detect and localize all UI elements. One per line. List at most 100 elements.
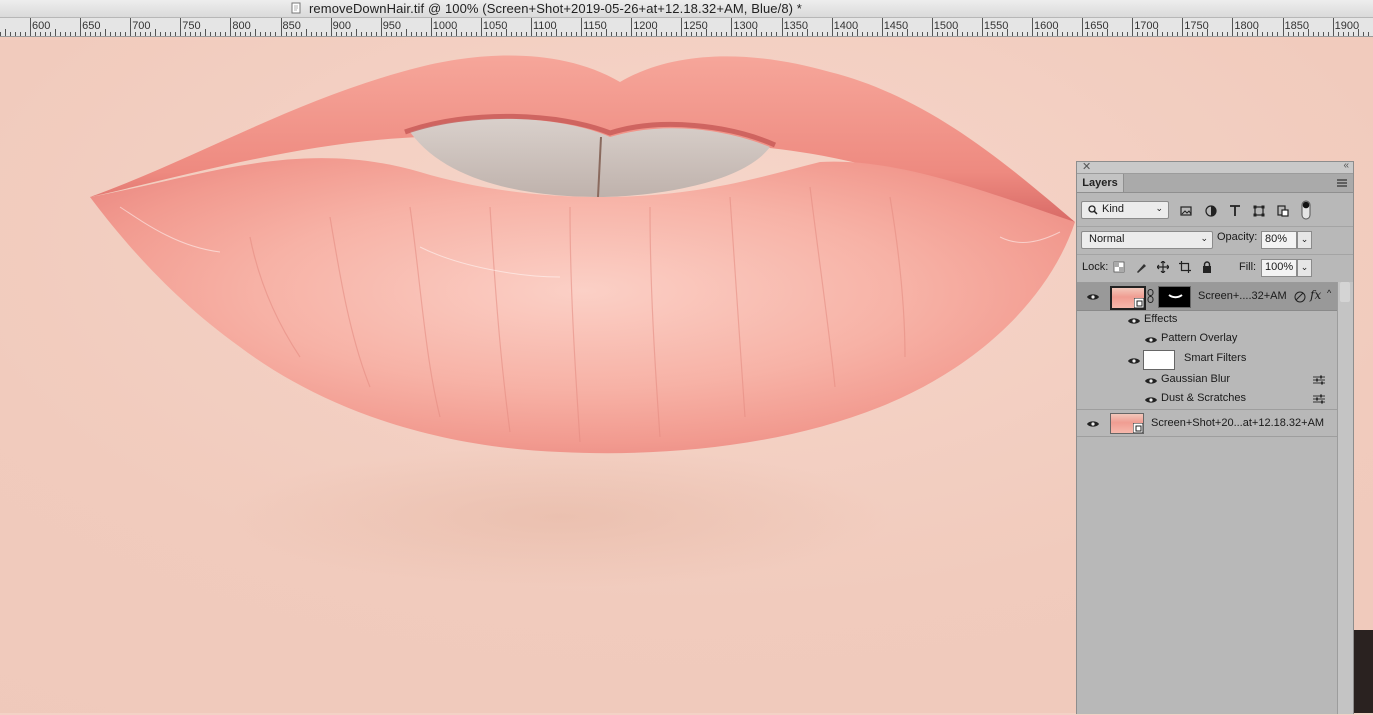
ruler-tick-label: 1100 xyxy=(533,20,557,32)
filter-blending-options-icon[interactable] xyxy=(1313,375,1325,385)
opacity-dropdown-button[interactable]: ⌄ xyxy=(1297,231,1312,249)
panel-header-strip: ✕ « xyxy=(1077,160,1353,174)
visibility-eye-icon[interactable] xyxy=(1128,317,1140,325)
layer-row-smart-object[interactable]: Screen+....32+AM fx ^ xyxy=(1077,283,1337,311)
layer-mask-thumbnail[interactable] xyxy=(1158,286,1191,308)
smart-filter-icon xyxy=(1294,291,1306,303)
adjustment-layer-filter-icon[interactable] xyxy=(1204,204,1218,218)
layer-name[interactable]: Screen+Shot+20...at+12.18.32+AM xyxy=(1151,417,1324,429)
chevron-down-icon: ⌄ xyxy=(1200,233,1208,243)
ruler-tick-label: 650 xyxy=(82,20,100,32)
horizontal-ruler[interactable]: 600 650 700 750 800 850 900 950 1000 1050 1100 1150… xyxy=(0,18,1373,37)
visibility-eye-icon[interactable] xyxy=(1087,420,1099,428)
ruler-tick-label: 1400 xyxy=(834,20,858,32)
lock-label: Lock: xyxy=(1082,261,1109,273)
ruler-tick-label: 1150 xyxy=(583,20,607,32)
ruler-tick-label: 1700 xyxy=(1134,20,1158,32)
ruler-tick-label: 1750 xyxy=(1184,20,1208,32)
lock-position-icon[interactable] xyxy=(1157,261,1169,273)
opacity-label: Opacity: xyxy=(1217,231,1258,243)
ruler-tick-label: 1000 xyxy=(433,20,457,32)
window-title-bar: removeDownHair.tif @ 100% (Screen+Shot+2… xyxy=(0,0,1373,18)
layer-thumbnail xyxy=(1110,413,1144,434)
pattern-overlay-label: Pattern Overlay xyxy=(1161,332,1238,344)
layers-panel[interactable]: ✕ « Layers Kind ⌄ Normal ⌄ Opacity: 80% … xyxy=(1076,160,1354,715)
ruler-tick-label: 1350 xyxy=(784,20,808,32)
ruler-tick-label: 1200 xyxy=(633,20,657,32)
ruler-tick-label: 1900 xyxy=(1335,20,1359,32)
visibility-eye-icon[interactable] xyxy=(1128,357,1140,365)
lock-row: Lock: Fill: 100% ⌄ xyxy=(1077,254,1353,281)
gaussian-blur-label: Gaussian Blur xyxy=(1161,373,1231,385)
lock-transparent-pixels-icon[interactable] xyxy=(1113,261,1125,273)
smart-filters-label: Smart Filters xyxy=(1184,352,1247,364)
chevron-down-icon: ⌄ xyxy=(1155,203,1163,213)
layer-thumbnail xyxy=(1110,286,1146,310)
layer-name[interactable]: Screen+....32+AM xyxy=(1198,290,1287,302)
ruler-tick-label: 900 xyxy=(333,20,351,32)
visibility-eye-icon[interactable] xyxy=(1145,396,1157,404)
type-layer-filter-icon[interactable] xyxy=(1228,204,1242,218)
gaussian-blur-row[interactable]: Gaussian Blur xyxy=(1077,371,1337,390)
image-dark-edge xyxy=(1352,630,1373,713)
layers-scrollbar[interactable] xyxy=(1337,282,1353,714)
filter-kind-select[interactable]: Kind ⌄ xyxy=(1081,201,1169,219)
close-panel-icon[interactable]: ✕ xyxy=(1082,160,1091,173)
smart-filters-row[interactable]: Smart Filters xyxy=(1077,349,1337,371)
fx-icon[interactable]: fx xyxy=(1310,288,1321,302)
layer-row-background[interactable]: Screen+Shot+20...at+12.18.32+AM xyxy=(1077,410,1337,437)
ruler-tick-label: 800 xyxy=(232,20,250,32)
lock-image-pixels-icon[interactable] xyxy=(1135,261,1147,273)
ruler-tick-label: 850 xyxy=(283,20,301,32)
ruler-tick-label: 750 xyxy=(182,20,200,32)
pattern-overlay-row[interactable]: Pattern Overlay xyxy=(1077,330,1337,349)
tab-layers[interactable]: Layers xyxy=(1077,174,1124,192)
filter-blending-options-icon[interactable] xyxy=(1313,394,1325,404)
ruler-tick-label: 950 xyxy=(383,20,401,32)
smart-filter-mask-thumbnail[interactable] xyxy=(1143,350,1175,370)
smart-object-badge-icon xyxy=(1134,298,1144,308)
lock-all-icon[interactable] xyxy=(1201,261,1213,273)
ruler-tick-label: 1050 xyxy=(483,20,507,32)
dust-scratches-row[interactable]: Dust & Scratches xyxy=(1077,390,1337,410)
blend-row: Normal ⌄ Opacity: 80% ⌄ xyxy=(1077,226,1353,251)
panel-menu-icon[interactable] xyxy=(1337,179,1347,187)
effects-label: Effects xyxy=(1144,313,1178,325)
fill-dropdown-button[interactable]: ⌄ xyxy=(1297,259,1312,277)
document-icon xyxy=(291,2,301,14)
fill-input[interactable]: 100% xyxy=(1261,259,1297,277)
link-chain-icon[interactable] xyxy=(1147,289,1154,303)
scrollbar-thumb[interactable] xyxy=(1340,282,1350,302)
window-title: removeDownHair.tif @ 100% (Screen+Shot+2… xyxy=(309,1,802,16)
ruler-tick-label: 1450 xyxy=(884,20,908,32)
opacity-value: 80% xyxy=(1265,233,1288,245)
fill-label: Fill: xyxy=(1239,261,1257,273)
blend-mode-select[interactable]: Normal ⌄ xyxy=(1081,231,1213,249)
fill-value: 100% xyxy=(1265,261,1294,273)
opacity-input[interactable]: 80% xyxy=(1261,231,1297,249)
shape-layer-filter-icon[interactable] xyxy=(1252,204,1266,218)
filter-row: Kind ⌄ xyxy=(1077,196,1353,222)
pixel-layer-filter-icon[interactable] xyxy=(1179,204,1193,218)
smart-object-filter-icon[interactable] xyxy=(1276,204,1290,218)
mask-shape xyxy=(1168,294,1183,299)
ruler-tick-label: 1250 xyxy=(683,20,707,32)
dust-scratches-label: Dust & Scratches xyxy=(1161,392,1246,404)
collapse-panel-icon[interactable]: « xyxy=(1343,160,1349,171)
smart-object-badge-icon xyxy=(1133,423,1143,433)
visibility-eye-icon[interactable] xyxy=(1145,377,1157,385)
ruler-tick-label: 1600 xyxy=(1034,20,1058,32)
collapse-effects-icon[interactable]: ^ xyxy=(1327,288,1331,298)
lock-artboard-icon[interactable] xyxy=(1179,261,1191,273)
visibility-eye-icon[interactable] xyxy=(1145,336,1157,344)
ruler-tick-label: 700 xyxy=(132,20,150,32)
ruler-tick-label: 1650 xyxy=(1084,20,1108,32)
layers-list: Screen+....32+AM fx ^ Effects Pattern Ov… xyxy=(1077,282,1337,715)
filter-toggle-icon[interactable] xyxy=(1299,200,1313,220)
visibility-eye-icon[interactable] xyxy=(1087,293,1099,301)
ruler-tick-label: 1500 xyxy=(934,20,958,32)
ruler-tick-label: 1550 xyxy=(984,20,1008,32)
effects-row[interactable]: Effects xyxy=(1077,311,1337,330)
ruler-scale: 600 650 700 750 800 850 900 950 1000 1050 1100 1150… xyxy=(0,18,1369,36)
ruler-tick-label: 600 xyxy=(32,20,50,32)
